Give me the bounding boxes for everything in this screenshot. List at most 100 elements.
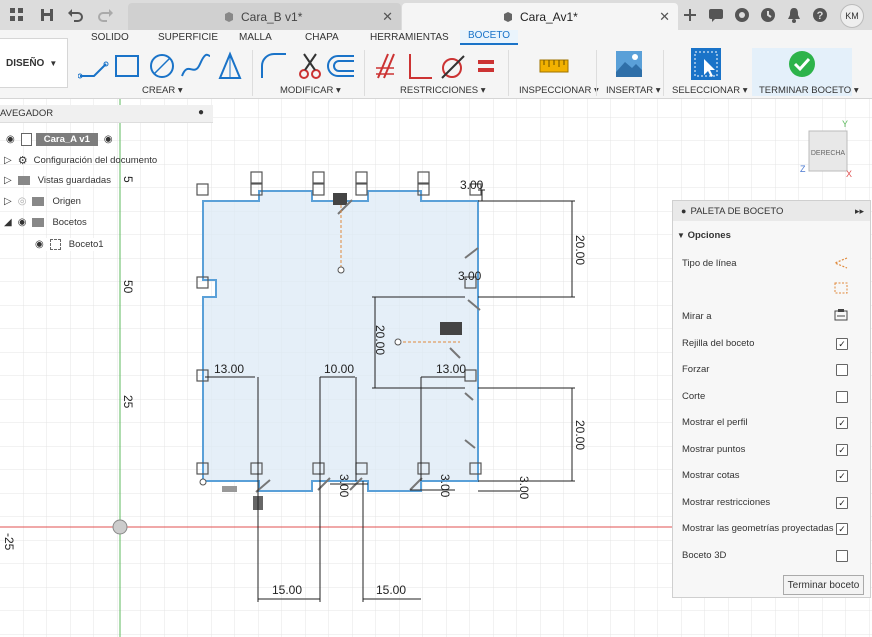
sketch-point[interactable] [394,338,402,346]
options-section[interactable]: ▼ Opciones [677,230,731,241]
tab-solido[interactable]: SOLIDO [91,32,129,43]
spline-icon[interactable] [181,53,211,77]
trim-icon[interactable] [299,53,321,79]
dimension-13-right[interactable]: 13.00 [436,362,466,376]
group-insertar[interactable]: INSERTAR ▾ [606,85,661,96]
circle-icon[interactable] [150,54,174,78]
centerline-icon[interactable] [833,281,849,295]
dimension-3-bottom-right2[interactable]: 3.00 [438,474,452,498]
look-at-icon[interactable] [833,308,849,322]
tab-herramientas[interactable]: HERRAMIENTAS [370,32,449,43]
avatar[interactable]: KM [840,4,864,28]
show-profile-checkbox[interactable]: ✓ [836,417,848,429]
tab-boceto[interactable]: BOCETO [460,30,519,45]
slice-checkbox[interactable] [836,391,848,403]
eye-icon[interactable]: ◉ [6,134,15,145]
dimension-20-right-bottom[interactable]: 20.00 [573,420,587,450]
sketch-point[interactable] [199,478,207,486]
perpendicular-icon[interactable] [409,54,432,79]
expand-icon[interactable]: ▸▸ [855,206,864,217]
offset-icon[interactable] [327,55,354,77]
dimension-3-top[interactable]: 3.00 [460,178,484,192]
tab-cara-a[interactable]: Cara_Av1* ✕ [402,3,678,30]
construction-line-icon[interactable] [833,256,849,270]
collapse-icon[interactable]: ● [681,206,686,216]
show-projected-checkbox[interactable]: ✓ [836,523,848,535]
group-modificar[interactable]: MODIFICAR ▾ [280,85,341,96]
tab-malla[interactable]: MALLA [239,32,272,43]
browser-item-views[interactable]: ▷ Vistas guardadas [4,175,111,186]
expand-icon[interactable]: ▷ [4,196,12,207]
select-icon[interactable] [690,47,722,81]
show-points-checkbox[interactable]: ✓ [836,444,848,456]
group-inspeccionar[interactable]: INSPECCIONAR ▾ [519,85,599,96]
collapse-icon[interactable]: ● [198,107,204,118]
dimension-3-bottom-right[interactable]: 3.00 [517,476,531,500]
show-dimensions-checkbox[interactable]: ✓ [836,470,848,482]
notifications-icon[interactable] [785,6,803,24]
dimension-20-center[interactable]: 20.00 [373,325,387,355]
browser-item-sketches[interactable]: ◢ ◉ Bocetos [4,217,87,228]
sketch-3d-checkbox[interactable] [836,550,848,562]
tab-superficie[interactable]: SUPERFICIE [158,32,218,43]
rectangle-icon[interactable] [115,55,139,77]
show-constraints-checkbox[interactable]: ✓ [836,497,848,509]
dimension-3-bottom-center[interactable]: 3.00 [337,474,351,498]
origin-point[interactable] [112,519,128,535]
browser-item-sketch1[interactable]: ◉ Boceto1 [32,238,107,251]
comments-icon[interactable] [707,6,725,24]
folder-icon [17,176,30,185]
dimension-10[interactable]: 10.00 [324,362,354,376]
expand-icon[interactable]: ▷ [4,175,12,186]
sketch-point[interactable] [337,266,345,274]
collapse-tree-icon[interactable]: ◢ [4,217,12,228]
dimension-13-left[interactable]: 13.00 [214,362,244,376]
measure-icon[interactable] [538,54,570,78]
group-crear[interactable]: CREAR ▾ [142,85,183,96]
eye-icon[interactable]: ◉ [18,217,27,228]
group-terminar[interactable]: TERMINAR BOCETO ▾ [759,85,859,96]
new-tab-icon[interactable] [681,6,699,24]
close-icon[interactable]: ✕ [659,9,670,25]
job-status-icon[interactable] [759,6,777,24]
option-label: Forzar [682,364,710,375]
title-bar: Cara_B v1* ✕ Cara_Av1* ✕ ? KM [0,0,872,30]
undo-icon[interactable] [66,6,84,24]
dimension-15-left[interactable]: 15.00 [272,583,302,597]
coincident-icon[interactable] [376,53,395,79]
finish-sketch-button[interactable]: Terminar boceto [783,575,864,595]
tab-chapa[interactable]: CHAPA [305,32,339,43]
browser-root[interactable]: ◉ Cara_A v1 ◉ [6,133,113,146]
ribbon-toolbar: DISEÑO ▼ SOLIDO SUPERFICIE MALLA CHAPA H… [0,30,872,99]
tab-cara-b[interactable]: Cara_B v1* ✕ [128,3,401,30]
sketch-grid-checkbox[interactable]: ✓ [836,338,848,350]
equal-icon[interactable] [478,60,494,72]
group-seleccionar[interactable]: SELECCIONAR ▾ [672,85,748,96]
eye-hidden-icon[interactable]: ◎ [18,196,27,207]
fillet-icon[interactable] [261,53,286,78]
dimension-15-right[interactable]: 15.00 [376,583,406,597]
grid-menu-icon[interactable] [8,6,26,24]
divider [596,50,597,96]
finish-sketch-icon[interactable] [788,50,816,78]
expand-icon[interactable]: ▷ [4,155,12,166]
tangent-icon[interactable] [441,55,465,79]
workspace-dropdown[interactable]: DISEÑO ▼ [0,38,68,88]
insert-image-icon[interactable] [615,50,643,78]
redo-icon[interactable] [97,6,115,24]
close-icon[interactable]: ✕ [382,9,393,25]
extensions-icon[interactable] [733,6,751,24]
browser-item-label: Origen [52,196,81,207]
save-icon[interactable] [38,6,56,24]
browser-item-origin[interactable]: ▷ ◎ Origen [4,196,81,207]
dimension-3-mid[interactable]: 3.00 [458,269,482,283]
browser-item-config[interactable]: ▷ ⚙ Configuración del documento [4,154,157,167]
dimension-20-right-top[interactable]: 20.00 [573,235,587,265]
eye-icon[interactable]: ◉ [35,239,44,250]
group-restricciones[interactable]: RESTRICCIONES ▾ [400,85,486,96]
snap-checkbox[interactable] [836,364,848,376]
help-icon[interactable]: ? [811,6,829,24]
line-icon[interactable] [78,61,109,79]
activate-icon[interactable]: ◉ [104,134,113,145]
triangle-icon[interactable] [218,51,242,79]
